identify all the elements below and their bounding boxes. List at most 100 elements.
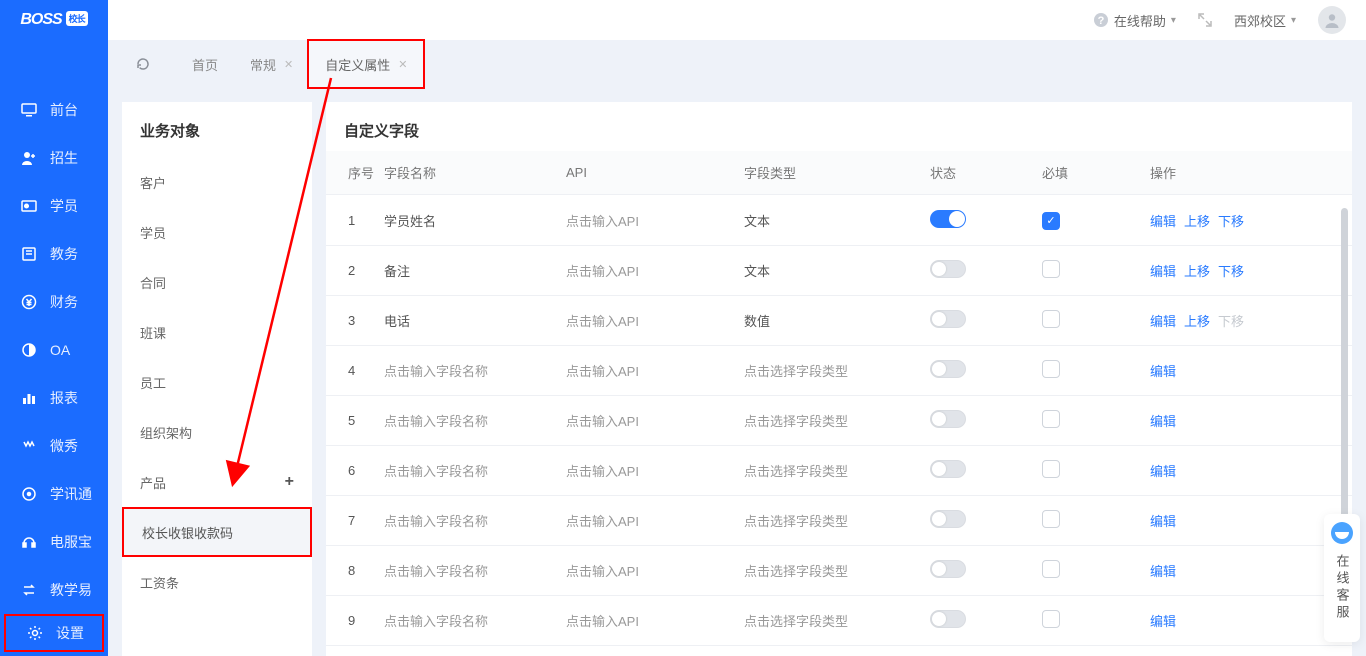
biz-item-class[interactable]: 班课 — [122, 307, 312, 357]
sidebar-item-xuexun[interactable]: 学讯通 — [0, 470, 108, 518]
cell-field-name[interactable]: 点击输入字段名称 — [384, 561, 566, 580]
edit-link[interactable]: 编辑 — [1150, 514, 1176, 529]
required-checkbox[interactable] — [1042, 560, 1060, 578]
close-icon[interactable]: ✕ — [398, 58, 407, 71]
edit-link[interactable]: 编辑 — [1150, 314, 1176, 329]
required-checkbox[interactable] — [1042, 410, 1060, 428]
biz-item-org[interactable]: 组织架构 — [122, 407, 312, 457]
cell-field-name[interactable]: 点击输入字段名称 — [384, 411, 566, 430]
sidebar-item-recruit[interactable]: 招生 — [0, 134, 108, 182]
status-toggle[interactable] — [930, 460, 966, 478]
cell-field-type[interactable]: 点击选择字段类型 — [744, 511, 930, 530]
status-toggle[interactable] — [930, 260, 966, 278]
sidebar-item-student[interactable]: 学员 — [0, 182, 108, 230]
cell-field-type[interactable]: 数值 — [744, 311, 930, 330]
required-checkbox[interactable] — [1042, 310, 1060, 328]
edit-link[interactable]: 编辑 — [1150, 364, 1176, 379]
half-circle-icon — [20, 341, 38, 359]
sidebar-item-settings[interactable]: 设置 — [4, 614, 104, 652]
edit-link[interactable]: 编辑 — [1150, 264, 1176, 279]
status-toggle[interactable] — [930, 410, 966, 428]
required-checkbox[interactable] — [1042, 260, 1060, 278]
avatar[interactable] — [1318, 6, 1346, 34]
cell-api[interactable]: 点击输入API — [566, 361, 744, 380]
cell-api[interactable]: 点击输入API — [566, 261, 744, 280]
edit-link[interactable]: 编辑 — [1150, 614, 1176, 629]
move-up-link[interactable]: 上移 — [1184, 214, 1210, 229]
cell-field-name[interactable]: 学员姓名 — [384, 211, 566, 230]
biz-item-staff[interactable]: 员工 — [122, 357, 312, 407]
status-toggle[interactable] — [930, 510, 966, 528]
tab-custom-attrs[interactable]: 自定义属性 ✕ — [309, 41, 423, 87]
required-checkbox[interactable] — [1042, 510, 1060, 528]
required-checkbox[interactable]: ✓ — [1042, 212, 1060, 230]
plus-icon[interactable]: + — [285, 473, 294, 491]
biz-item-student[interactable]: 学员 — [122, 207, 312, 257]
status-toggle[interactable] — [930, 560, 966, 578]
edit-link[interactable]: 编辑 — [1150, 464, 1176, 479]
sidebar-item-teach[interactable]: 教务 — [0, 230, 108, 278]
move-up-link[interactable]: 上移 — [1184, 314, 1210, 329]
move-down-link[interactable]: 下移 — [1218, 264, 1244, 279]
reload-icon[interactable] — [128, 49, 158, 79]
close-icon[interactable]: ✕ — [284, 58, 293, 71]
status-toggle[interactable] — [930, 310, 966, 328]
cell-field-name[interactable]: 点击输入字段名称 — [384, 361, 566, 380]
scrollbar-thumb[interactable] — [1341, 208, 1348, 548]
help-link[interactable]: ? 在线帮助 ▾ — [1093, 11, 1176, 30]
edit-link[interactable]: 编辑 — [1150, 214, 1176, 229]
cell-field-type[interactable]: 点击选择字段类型 — [744, 411, 930, 430]
cell-field-name[interactable]: 点击输入字段名称 — [384, 461, 566, 480]
table-row: 9点击输入字段名称点击输入API点击选择字段类型编辑 — [326, 596, 1352, 646]
sidebar-item-frontdesk[interactable]: 前台 — [0, 86, 108, 134]
cell-field-name[interactable]: 点击输入字段名称 — [384, 511, 566, 530]
table-row: 5点击输入字段名称点击输入API点击选择字段类型编辑 — [326, 396, 1352, 446]
required-checkbox[interactable] — [1042, 610, 1060, 628]
cell-field-type[interactable]: 文本 — [744, 211, 930, 230]
cell-field-name[interactable]: 备注 — [384, 261, 566, 280]
expand-icon[interactable] — [1198, 13, 1212, 27]
status-toggle[interactable] — [930, 610, 966, 628]
move-up-link[interactable]: 上移 — [1184, 264, 1210, 279]
sidebar-item-oa[interactable]: OA — [0, 326, 108, 374]
tab-home[interactable]: 首页 — [176, 41, 234, 87]
biz-item-customer[interactable]: 客户 — [122, 157, 312, 207]
cell-field-type[interactable]: 点击选择字段类型 — [744, 461, 930, 480]
biz-item-payment-qr[interactable]: 校长收银收款码 — [122, 507, 312, 557]
col-type: 字段类型 — [744, 163, 930, 182]
cell-field-type[interactable]: 点击选择字段类型 — [744, 611, 930, 630]
sidebar-item-weixiu[interactable]: 微秀 — [0, 422, 108, 470]
edit-link[interactable]: 编辑 — [1150, 564, 1176, 579]
cell-field-name[interactable]: 点击输入字段名称 — [384, 611, 566, 630]
sidebar-item-dianfu[interactable]: 电服宝 — [0, 518, 108, 566]
tab-general[interactable]: 常规 ✕ — [234, 41, 309, 87]
sidebar-item-report[interactable]: 报表 — [0, 374, 108, 422]
cell-field-type[interactable]: 点击选择字段类型 — [744, 561, 930, 580]
sidebar-item-finance[interactable]: 财务 — [0, 278, 108, 326]
required-checkbox[interactable] — [1042, 460, 1060, 478]
sidebar-item-label: 学讯通 — [50, 484, 92, 504]
status-toggle[interactable] — [930, 360, 966, 378]
required-checkbox[interactable] — [1042, 360, 1060, 378]
cell-api[interactable]: 点击输入API — [566, 511, 744, 530]
edit-link[interactable]: 编辑 — [1150, 414, 1176, 429]
floating-help[interactable]: 在线客服 — [1324, 514, 1360, 642]
cell-field-type[interactable]: 文本 — [744, 261, 930, 280]
cell-api[interactable]: 点击输入API — [566, 561, 744, 580]
cell-api[interactable]: 点击输入API — [566, 211, 744, 230]
cell-status — [930, 260, 1042, 281]
cell-field-name[interactable]: 电话 — [384, 311, 566, 330]
status-toggle[interactable] — [930, 210, 966, 228]
cell-api[interactable]: 点击输入API — [566, 311, 744, 330]
cell-api[interactable]: 点击输入API — [566, 611, 744, 630]
campus-selector[interactable]: 西郊校区 ▾ — [1234, 11, 1296, 30]
biz-item-contract[interactable]: 合同 — [122, 257, 312, 307]
cell-field-type[interactable]: 点击选择字段类型 — [744, 361, 930, 380]
sidebar-item-jiaoxue[interactable]: 教学易 — [0, 566, 108, 614]
cell-api[interactable]: 点击输入API — [566, 411, 744, 430]
biz-item-product[interactable]: 产品+ — [122, 457, 312, 507]
biz-item-salary[interactable]: 工资条 — [122, 557, 312, 607]
move-down-link[interactable]: 下移 — [1218, 214, 1244, 229]
tab-label: 首页 — [192, 55, 218, 74]
cell-api[interactable]: 点击输入API — [566, 461, 744, 480]
